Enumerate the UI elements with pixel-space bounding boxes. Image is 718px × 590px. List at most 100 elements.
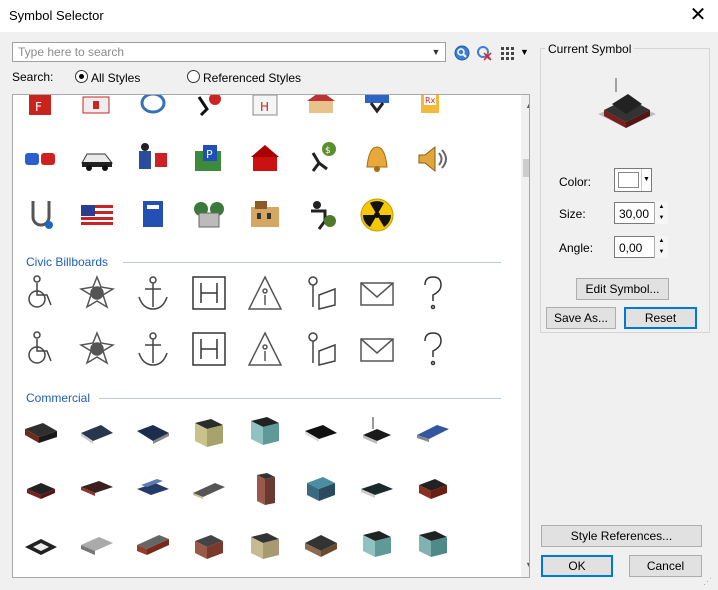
medical-icon[interactable]: [23, 197, 59, 233]
building-block-icon[interactable]: [191, 527, 227, 563]
information-icon[interactable]: [247, 275, 283, 311]
building-dark2-icon[interactable]: [359, 471, 395, 507]
thief-icon[interactable]: $: [303, 141, 339, 177]
section-civic-billboards: Civic Billboards: [26, 255, 109, 269]
us-flag-icon[interactable]: [79, 197, 115, 233]
scroll-down-icon[interactable]: ▼: [521, 557, 529, 574]
anchor-icon[interactable]: [135, 275, 171, 311]
building-green-icon[interactable]: [303, 471, 339, 507]
symbol-gallery[interactable]: F H Rx P $ Civic Billboards Commercial: [12, 94, 530, 578]
style-references-button[interactable]: Style References...: [541, 525, 702, 547]
tower-icon[interactable]: [247, 471, 283, 507]
ambulance-icon[interactable]: [79, 95, 115, 125]
building-beige-icon[interactable]: [247, 527, 283, 563]
hospital-icon[interactable]: H: [247, 95, 283, 125]
reset-button[interactable]: Reset: [624, 307, 697, 329]
chevron-down-icon[interactable]: ▼: [641, 169, 651, 191]
reading-icon[interactable]: [303, 331, 339, 367]
building-hip-icon[interactable]: [303, 527, 339, 563]
speaker-icon[interactable]: [415, 141, 451, 177]
pharmacy-icon[interactable]: Rx: [415, 95, 451, 125]
svg-text:$: $: [325, 146, 331, 156]
anchor-icon[interactable]: [135, 331, 171, 367]
scroll-thumb[interactable]: [523, 159, 529, 177]
building-black-icon[interactable]: [303, 415, 339, 451]
wheelchair-icon[interactable]: [23, 275, 59, 311]
building-gray-icon[interactable]: [79, 527, 115, 563]
angle-stepper[interactable]: 0,00 ▲ ▼: [614, 236, 668, 258]
hospital-h-icon[interactable]: [191, 275, 227, 311]
question-icon[interactable]: [415, 275, 451, 311]
information-icon[interactable]: [247, 331, 283, 367]
edit-symbol-button[interactable]: Edit Symbol...: [576, 278, 669, 300]
building-icon[interactable]: [247, 197, 283, 233]
parking-icon[interactable]: P: [191, 141, 227, 177]
accident-icon[interactable]: [191, 95, 227, 125]
building-dark-icon[interactable]: [23, 415, 59, 451]
bell-icon[interactable]: [359, 141, 395, 177]
referenced-styles-radio[interactable]: [187, 70, 200, 83]
building-flat-icon[interactable]: [79, 415, 115, 451]
color-picker[interactable]: ▼: [614, 168, 652, 192]
building-teal-icon[interactable]: [247, 415, 283, 451]
mailbox-icon[interactable]: [135, 197, 171, 233]
cemetery-icon[interactable]: [191, 197, 227, 233]
chevron-down-icon[interactable]: ▼: [520, 46, 532, 64]
search-icon[interactable]: [453, 44, 471, 62]
robbery-icon[interactable]: [303, 197, 339, 233]
radiation-icon[interactable]: [359, 197, 395, 233]
cancel-button[interactable]: Cancel: [629, 555, 702, 577]
close-icon[interactable]: ✕: [686, 3, 710, 27]
building-glass-icon[interactable]: [135, 471, 171, 507]
fall-icon[interactable]: [359, 95, 395, 125]
scroll-up-icon[interactable]: ▲: [521, 97, 529, 114]
size-stepper[interactable]: 30,00 ▲ ▼: [614, 202, 668, 224]
all-styles-label[interactable]: All Styles: [91, 71, 140, 85]
search-input[interactable]: [16, 44, 426, 60]
building-brick-icon[interactable]: [415, 471, 451, 507]
referenced-styles-label[interactable]: Referenced Styles: [203, 71, 301, 85]
fire-station-icon[interactable]: F: [23, 95, 59, 125]
siren-icon[interactable]: [23, 141, 59, 177]
reading-icon[interactable]: [303, 275, 339, 311]
view-grid-icon[interactable]: [500, 44, 518, 62]
building-tan-icon[interactable]: [191, 415, 227, 451]
fire-dept-icon[interactable]: [79, 275, 115, 311]
building-antenna-icon[interactable]: [359, 415, 395, 451]
building-blue-icon[interactable]: [415, 415, 451, 451]
angle-decrement-icon[interactable]: ▼: [654, 247, 668, 258]
building-brown-icon[interactable]: [79, 471, 115, 507]
mail-icon[interactable]: [359, 331, 395, 367]
building-low-icon[interactable]: [191, 471, 227, 507]
mail-icon[interactable]: [359, 275, 395, 311]
size-value[interactable]: 30,00: [619, 207, 649, 221]
building-teal3-icon[interactable]: [415, 527, 451, 563]
resize-grip-icon[interactable]: ⋰: [703, 576, 715, 588]
chevron-down-icon[interactable]: ▼: [429, 45, 443, 59]
building-wide-icon[interactable]: [135, 415, 171, 451]
police-officer-icon[interactable]: [135, 141, 171, 177]
building-court-icon[interactable]: [23, 527, 59, 563]
current-symbol-title: Current Symbol: [545, 42, 635, 56]
search-field[interactable]: ▼: [12, 42, 446, 62]
size-increment-icon[interactable]: ▲: [654, 202, 668, 213]
building-teal2-icon[interactable]: [359, 527, 395, 563]
clear-search-icon[interactable]: [475, 44, 493, 62]
angle-value[interactable]: 0,00: [619, 241, 642, 255]
hospital-h-icon[interactable]: [191, 331, 227, 367]
fire-dept-icon[interactable]: [79, 331, 115, 367]
ok-button[interactable]: OK: [541, 555, 613, 577]
angle-increment-icon[interactable]: ▲: [654, 236, 668, 247]
wheelchair-icon[interactable]: [23, 331, 59, 367]
gallery-scrollbar[interactable]: ▲ ▼: [521, 95, 529, 577]
building-red-icon[interactable]: [23, 471, 59, 507]
caduceus-icon[interactable]: [135, 95, 171, 125]
school-icon[interactable]: [247, 141, 283, 177]
save-as-button[interactable]: Save As...: [546, 307, 616, 329]
size-decrement-icon[interactable]: ▼: [654, 213, 668, 224]
all-styles-radio[interactable]: [75, 70, 88, 83]
building-long-icon[interactable]: [135, 527, 171, 563]
home-icon[interactable]: [303, 95, 339, 125]
question-icon[interactable]: [415, 331, 451, 367]
police-car-icon[interactable]: [79, 141, 115, 177]
